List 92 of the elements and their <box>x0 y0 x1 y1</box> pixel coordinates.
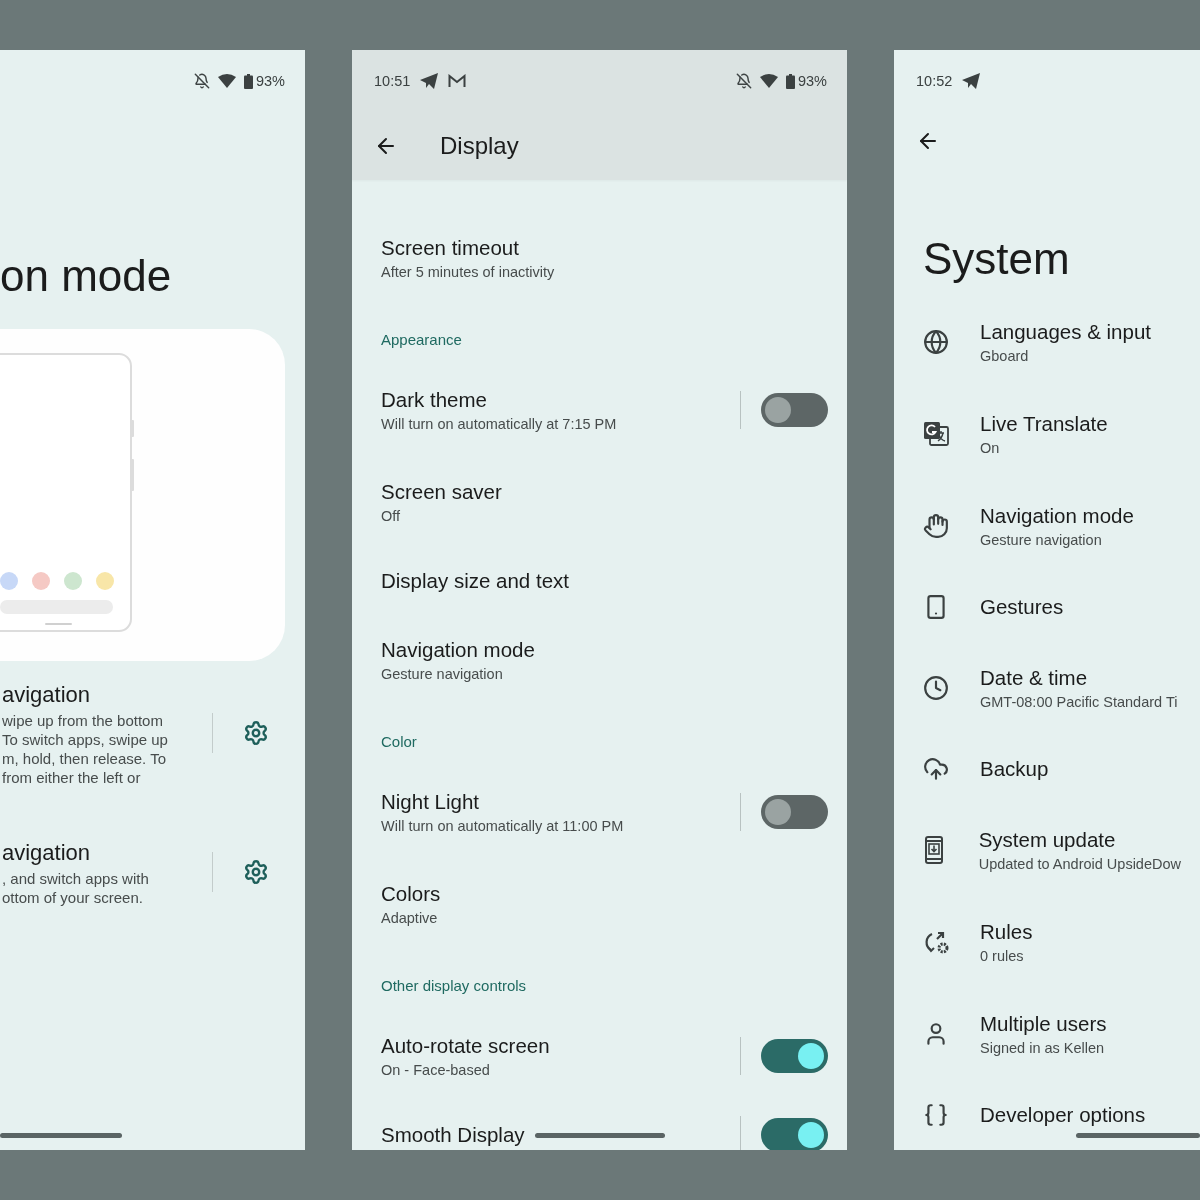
option-description: To switch apps, swipe up <box>2 730 169 749</box>
settings-item[interactable]: Navigation mode Gesture navigation <box>894 480 1200 572</box>
item-subtitle: Off <box>381 508 401 524</box>
settings-button[interactable] <box>243 859 269 885</box>
item-subtitle: GMT-08:00 Pacific Standard Ti <box>980 694 1178 710</box>
battery-icon <box>243 73 253 89</box>
item-title: Screen timeout <box>381 236 519 260</box>
item-title: Navigation mode <box>381 638 535 662</box>
item-subtitle: Updated to Android UpsideDow <box>978 856 1181 872</box>
braces-icon <box>923 1102 949 1128</box>
page-title: System <box>922 232 1071 285</box>
item-subtitle: Will turn on automatically at 11:00 PM <box>381 818 624 834</box>
item-title: Backup <box>980 757 1049 781</box>
settings-item[interactable]: Languages & input Gboard <box>894 296 1200 388</box>
mail-icon <box>448 74 467 88</box>
item-title: Multiple users <box>980 1012 1107 1036</box>
battery-percent: 93% <box>797 73 827 89</box>
section-header: Other display controls <box>381 977 527 994</box>
battery-percent: 93% <box>255 73 285 89</box>
item-subtitle: After 5 minutes of inactivity <box>381 264 555 280</box>
item-title: Developer options <box>980 1103 1146 1127</box>
item-title: System update <box>978 828 1116 852</box>
option-title: avigation <box>2 681 92 709</box>
phone-download-icon <box>923 836 945 864</box>
settings-item[interactable]: Gestures <box>894 572 1200 642</box>
option-description: m, hold, then release. To <box>2 749 167 768</box>
battery-icon <box>785 73 795 89</box>
settings-item[interactable]: Rules 0 rules <box>894 896 1200 988</box>
item-title: Dark theme <box>381 388 487 412</box>
hand-icon <box>923 513 949 539</box>
settings-item[interactable]: Developer options <box>894 1080 1200 1150</box>
option-title: avigation <box>2 839 92 867</box>
screen-title: Display <box>440 132 519 160</box>
bell-off-icon <box>735 73 752 89</box>
item-subtitle: Adaptive <box>381 910 438 926</box>
globe-icon <box>923 329 949 355</box>
item-subtitle: Gesture navigation <box>381 666 503 682</box>
settings-item[interactable]: Navigation mode Gesture navigation <box>352 614 847 706</box>
item-subtitle: On - Face-based <box>381 1062 490 1078</box>
item-title: Display size and text <box>381 569 569 593</box>
settings-item[interactable]: Live Translate On <box>894 388 1200 480</box>
settings-button[interactable] <box>243 720 269 746</box>
settings-item[interactable]: Colors Adaptive <box>352 858 847 950</box>
toggle-switch[interactable] <box>761 795 828 829</box>
item-title: Colors <box>381 882 441 906</box>
item-subtitle: Gboard <box>980 348 1029 364</box>
settings-item[interactable]: Auto-rotate screen On - Face-based <box>352 1010 847 1102</box>
item-subtitle: 0 rules <box>980 948 1024 964</box>
item-title: Auto-rotate screen <box>381 1034 550 1058</box>
settings-item[interactable]: System update Updated to Android UpsideDow <box>894 804 1200 896</box>
paper-plane-icon <box>420 73 439 89</box>
section-header: Color <box>381 733 417 750</box>
settings-item[interactable]: Smooth Display <box>352 1102 847 1150</box>
bell-off-icon <box>193 73 210 89</box>
settings-item[interactable]: Display size and text <box>352 548 847 614</box>
item-title: Smooth Display <box>381 1123 525 1147</box>
option-description: from either the left or <box>2 768 142 787</box>
wifi-icon <box>217 74 236 88</box>
page-title: on mode <box>0 250 173 302</box>
paper-plane-icon <box>962 73 981 89</box>
cloud-upload-icon <box>923 756 949 782</box>
settings-item[interactable]: Screen timeout After 5 minutes of inactivity <box>352 212 847 304</box>
status-time: 10:52 <box>916 73 953 89</box>
status-time: 10:51 <box>374 73 411 89</box>
toggle-switch[interactable] <box>761 1118 828 1150</box>
item-title: Navigation mode <box>980 504 1134 528</box>
item-title: Gestures <box>980 595 1064 619</box>
item-title: Live Translate <box>980 412 1108 436</box>
item-title: Date & time <box>980 666 1088 690</box>
item-title: Screen saver <box>381 480 502 504</box>
settings-item[interactable]: Screen saver Off <box>352 456 847 548</box>
item-title: Night Light <box>381 790 479 814</box>
option-description: ottom of your screen. <box>2 888 144 907</box>
item-subtitle: Gesture navigation <box>980 532 1102 548</box>
item-subtitle: On <box>980 440 1000 456</box>
option-description: wipe up from the bottom <box>2 711 164 730</box>
wifi-icon <box>759 74 778 88</box>
section-header: Appearance <box>381 331 462 348</box>
settings-item[interactable]: Multiple users Signed in as Kellen <box>894 988 1200 1080</box>
option-description: , and switch apps with <box>2 869 150 888</box>
item-title: Rules <box>980 920 1033 944</box>
toggle-switch[interactable] <box>761 393 828 427</box>
settings-item[interactable]: Night Light Will turn on automatically at 11:00 PM <box>352 766 847 858</box>
toggle-switch[interactable] <box>761 1039 828 1073</box>
item-subtitle: Will turn on automatically at 7:15 PM <box>381 416 617 432</box>
settings-item[interactable]: Date & time GMT-08:00 Pacific Standard Ti <box>894 642 1200 734</box>
translate-icon <box>923 421 949 447</box>
settings-item[interactable]: Dark theme Will turn on automatically at 7:15 PM <box>352 364 847 456</box>
item-subtitle: Signed in as Kellen <box>980 1040 1105 1056</box>
item-title: Languages & input <box>980 320 1151 344</box>
clock-icon <box>923 675 949 701</box>
settings-item[interactable]: Backup <box>894 734 1200 804</box>
